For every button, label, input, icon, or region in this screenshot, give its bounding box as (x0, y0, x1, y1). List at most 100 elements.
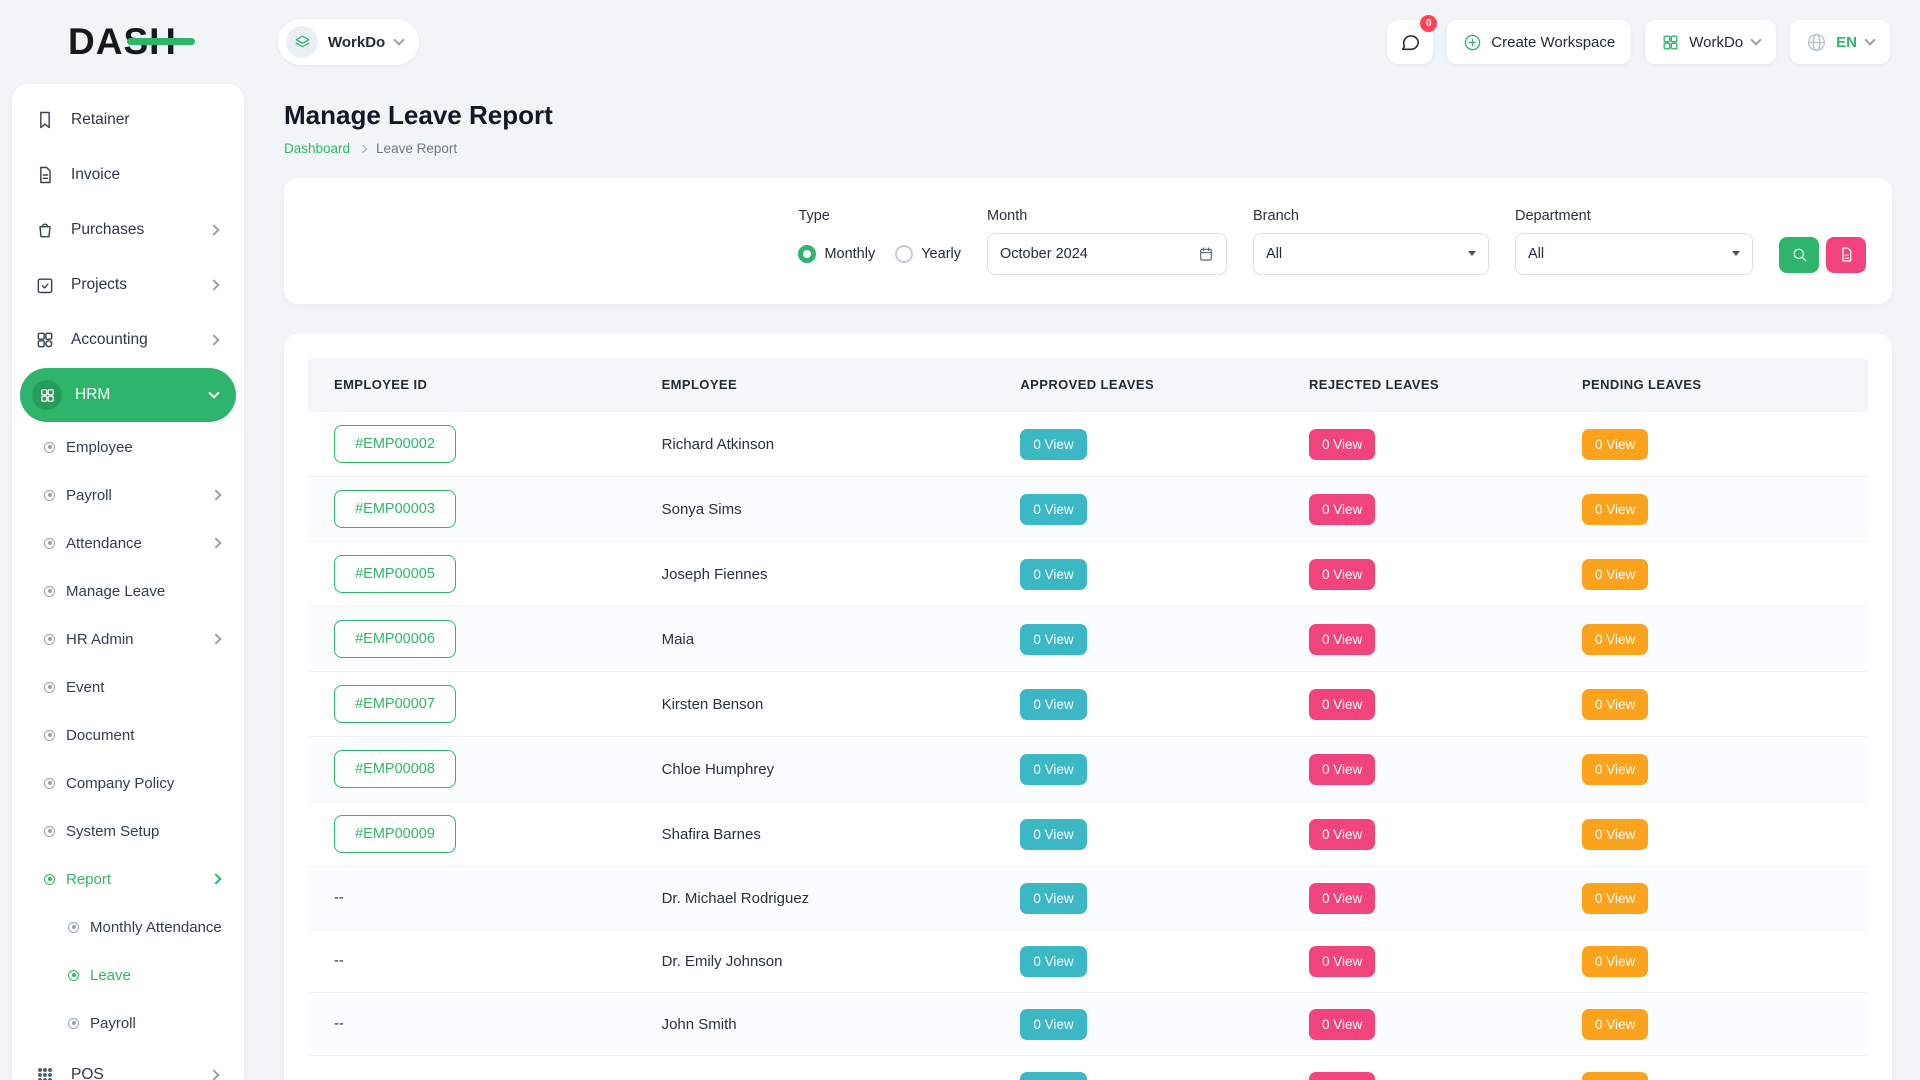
approved-leaves-badge[interactable]: 0 View (1020, 429, 1086, 460)
branch-value: All (1266, 246, 1282, 262)
sidebar-item-projects[interactable]: Projects (20, 258, 236, 312)
rejected-leaves-badge[interactable]: 0 View (1309, 883, 1375, 914)
sidebar-item-report-payroll[interactable]: Payroll (18, 999, 238, 1047)
sidebar-item-label: Report (66, 871, 111, 888)
bullet-icon (68, 970, 79, 981)
approved-leaves-badge[interactable]: 0 View (1020, 883, 1086, 914)
sidebar-item-leave[interactable]: Leave (18, 951, 238, 999)
sidebar-item-accounting[interactable]: Accounting (20, 313, 236, 367)
monthly-radio[interactable]: Monthly (798, 245, 875, 263)
export-button[interactable] (1826, 237, 1866, 273)
employee-id-button[interactable]: #EMP00006 (334, 620, 456, 658)
pending-leaves-badge[interactable]: 0 View (1582, 559, 1648, 590)
sidebar-item-company-policy[interactable]: Company Policy (18, 759, 238, 807)
breadcrumb-dashboard-link[interactable]: Dashboard (284, 141, 350, 156)
approved-leaves-badge[interactable]: 0 View (1020, 946, 1086, 977)
employee-name: Shafira Barnes (636, 802, 995, 867)
employee-name: Richard Atkinson (636, 412, 995, 477)
workspace-menu-label: WorkDo (1689, 34, 1743, 51)
page-title: Manage Leave Report (284, 100, 1892, 131)
approved-leaves-badge[interactable]: 0 View (1020, 1009, 1086, 1040)
dash-logo[interactable]: DASH (68, 21, 177, 63)
workspace-chip[interactable]: WorkDo (278, 19, 419, 65)
pending-leaves-badge[interactable]: 0 View (1582, 429, 1648, 460)
approved-leaves-badge[interactable]: 0 View (1020, 1072, 1086, 1080)
employee-id-button[interactable]: #EMP00003 (334, 490, 456, 528)
rejected-leaves-badge[interactable]: 0 View (1309, 689, 1375, 720)
sidebar-item-report[interactable]: Report (18, 855, 238, 903)
col-rejected-leaves: REJECTED LEAVES (1283, 358, 1556, 412)
language-selector[interactable]: EN (1790, 20, 1890, 64)
caret-down-icon (1732, 251, 1740, 256)
sidebar-item-hrm[interactable]: HRM (20, 368, 236, 422)
bullet-icon (44, 586, 55, 597)
branch-select[interactable]: All (1253, 233, 1489, 275)
approved-leaves-badge[interactable]: 0 View (1020, 754, 1086, 785)
rejected-leaves-badge[interactable]: 0 View (1309, 754, 1375, 785)
rejected-leaves-badge[interactable]: 0 View (1309, 429, 1375, 460)
create-workspace-label: Create Workspace (1491, 34, 1615, 51)
chevron-right-icon (359, 144, 367, 152)
rejected-leaves-badge[interactable]: 0 View (1309, 559, 1375, 590)
rejected-leaves-badge[interactable]: 0 View (1309, 946, 1375, 977)
search-icon (1791, 246, 1808, 263)
workspace-menu-button[interactable]: WorkDo (1645, 20, 1776, 64)
approved-leaves-badge[interactable]: 0 View (1020, 819, 1086, 850)
approved-leaves-badge[interactable]: 0 View (1020, 689, 1086, 720)
chevron-right-icon (208, 334, 219, 345)
col-approved-leaves: APPROVED LEAVES (994, 358, 1283, 412)
pending-leaves-badge[interactable]: 0 View (1582, 883, 1648, 914)
sidebar-item-attendance[interactable]: Attendance (18, 519, 238, 567)
chevron-right-icon (210, 873, 221, 884)
sidebar-item-event[interactable]: Event (18, 663, 238, 711)
pending-leaves-badge[interactable]: 0 View (1582, 624, 1648, 655)
pending-leaves-badge[interactable]: 0 View (1582, 754, 1648, 785)
sidebar-item-label: Accounting (71, 331, 148, 349)
caret-down-icon (1468, 251, 1476, 256)
employee-name: John Smith (636, 993, 995, 1056)
sidebar-item-label: Company Policy (66, 775, 174, 792)
pending-leaves-badge[interactable]: 0 View (1582, 946, 1648, 977)
pos-icon (32, 1062, 58, 1080)
sidebar-item-label: Attendance (66, 535, 142, 552)
create-workspace-button[interactable]: Create Workspace (1447, 20, 1631, 64)
employee-id-button[interactable]: #EMP00002 (334, 425, 456, 463)
approved-leaves-badge[interactable]: 0 View (1020, 624, 1086, 655)
sidebar-item-employee[interactable]: Employee (18, 423, 238, 471)
messages-button[interactable]: 0 (1387, 20, 1433, 64)
rejected-leaves-badge[interactable]: 0 View (1309, 494, 1375, 525)
employee-id-button[interactable]: #EMP00007 (334, 685, 456, 723)
employee-id-button[interactable]: #EMP00009 (334, 815, 456, 853)
yearly-radio[interactable]: Yearly (895, 245, 961, 263)
pending-leaves-badge[interactable]: 0 View (1582, 1072, 1648, 1080)
employee-id-button[interactable]: #EMP00008 (334, 750, 456, 788)
sidebar-item-manage-leave[interactable]: Manage Leave (18, 567, 238, 615)
approved-leaves-badge[interactable]: 0 View (1020, 494, 1086, 525)
sidebar-item-retainer[interactable]: Retainer (20, 93, 236, 147)
approved-leaves-badge[interactable]: 0 View (1020, 559, 1086, 590)
pending-leaves-badge[interactable]: 0 View (1582, 494, 1648, 525)
pending-leaves-badge[interactable]: 0 View (1582, 1009, 1648, 1040)
rejected-leaves-badge[interactable]: 0 View (1309, 1009, 1375, 1040)
sidebar-item-monthly-attendance[interactable]: Monthly Attendance (18, 903, 238, 951)
sidebar-item-purchases[interactable]: Purchases (20, 203, 236, 257)
search-button[interactable] (1779, 237, 1819, 273)
department-select[interactable]: All (1515, 233, 1753, 275)
table-header-row: EMPLOYEE ID EMPLOYEE APPROVED LEAVES REJ… (308, 358, 1868, 412)
sidebar-item-system-setup[interactable]: System Setup (18, 807, 238, 855)
pending-leaves-badge[interactable]: 0 View (1582, 819, 1648, 850)
sidebar-item-hr-admin[interactable]: HR Admin (18, 615, 238, 663)
sidebar-item-pos[interactable]: POS (20, 1048, 236, 1080)
sidebar-item-invoice[interactable]: Invoice (20, 148, 236, 202)
employee-id-button[interactable]: #EMP00005 (334, 555, 456, 593)
table-row: #EMP00007 Kirsten Benson 0 View 0 View 0… (308, 672, 1868, 737)
sidebar-item-document[interactable]: Document (18, 711, 238, 759)
sidebar-item-payroll[interactable]: Payroll (18, 471, 238, 519)
rejected-leaves-badge[interactable]: 0 View (1309, 819, 1375, 850)
rejected-leaves-badge[interactable]: 0 View (1309, 624, 1375, 655)
branch-label: Branch (1253, 208, 1489, 224)
rejected-leaves-badge[interactable]: 0 View (1309, 1072, 1375, 1080)
radio-checked-icon (798, 245, 816, 263)
pending-leaves-badge[interactable]: 0 View (1582, 689, 1648, 720)
month-input[interactable]: October 2024 (987, 233, 1227, 275)
